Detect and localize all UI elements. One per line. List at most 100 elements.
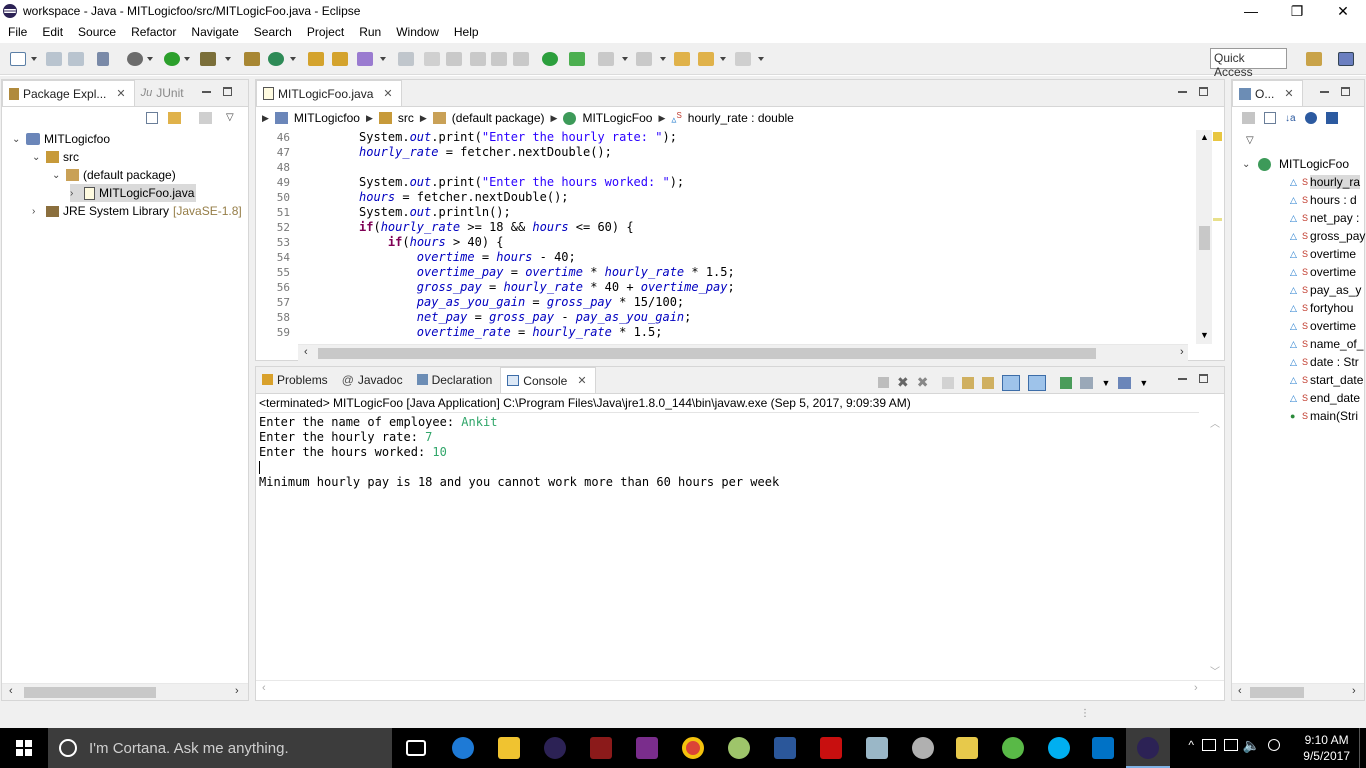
outline-member[interactable]: △ Spay_as_y: [1232, 281, 1366, 299]
file-explorer-icon[interactable]: [498, 737, 520, 759]
minimize-view-icon[interactable]: [202, 91, 211, 93]
outline-member[interactable]: △ Sovertime: [1232, 245, 1366, 263]
chevron-down-icon[interactable]: ⌄: [52, 170, 62, 181]
sort-icon[interactable]: ↓a: [1285, 113, 1296, 124]
menu-file[interactable]: File: [0, 25, 34, 39]
toggle-mark-icon[interactable]: [398, 52, 414, 66]
outline-member[interactable]: △ Send_date: [1232, 389, 1366, 407]
tab-declaration[interactable]: Declaration: [411, 366, 501, 393]
close-tab-icon[interactable]: ✕: [1284, 87, 1293, 100]
scroll-thumb[interactable]: [318, 348, 1096, 359]
show-desktop-button[interactable]: [1359, 728, 1364, 768]
tab-javadoc[interactable]: @ Javadoc: [336, 366, 411, 393]
overview-ruler-marker[interactable]: [1213, 218, 1222, 221]
minimize-button[interactable]: —: [1228, 0, 1274, 22]
new-java-package-icon[interactable]: [244, 52, 260, 66]
scroll-left-icon[interactable]: ‹: [1238, 685, 1242, 697]
scroll-up-icon[interactable]: ︿: [1210, 415, 1220, 430]
java-perspective-icon[interactable]: [1338, 52, 1354, 66]
outline-member[interactable]: △ Shours : d: [1232, 191, 1366, 209]
tree-item-jre[interactable]: › JRE System Library [JavaSE-1.8]: [32, 202, 242, 220]
console-hscrollbar[interactable]: ‹ ›: [256, 680, 1224, 697]
view-menu-icon[interactable]: ▽: [1246, 135, 1254, 146]
hide-static-icon[interactable]: [1325, 112, 1338, 124]
open-console-icon[interactable]: [1118, 376, 1132, 389]
external-tools-dropdown-icon[interactable]: [225, 57, 231, 61]
outline-member[interactable]: △ Sovertime: [1232, 317, 1366, 335]
terminate-icon[interactable]: [878, 377, 889, 388]
show-whitespace-icon[interactable]: [491, 52, 507, 66]
cortana-search-box[interactable]: I'm Cortana. Ask me anything.: [48, 728, 392, 768]
open-console-dropdown-icon[interactable]: ▼: [1139, 378, 1148, 388]
snipping-tool-icon[interactable]: [912, 737, 934, 759]
chevron-right-icon[interactable]: ▶: [551, 113, 558, 124]
open-perspective-icon[interactable]: [1306, 52, 1322, 66]
acrobat-icon[interactable]: [820, 737, 842, 759]
status-bar-grip[interactable]: ⋮: [1080, 708, 1090, 719]
outline-member[interactable]: △ Sstart_date: [1232, 371, 1366, 389]
new-class-dropdown-icon[interactable]: [290, 57, 296, 61]
minimize-view-icon[interactable]: [1320, 91, 1329, 93]
save-icon[interactable]: [46, 52, 62, 66]
code-area[interactable]: 46 System.out.print("Enter the hourly rat…: [256, 130, 1196, 344]
skype-icon[interactable]: [1048, 737, 1070, 759]
close-button[interactable]: ✕: [1320, 0, 1366, 22]
edge-icon[interactable]: [452, 737, 474, 759]
last-edit-icon[interactable]: [674, 52, 690, 66]
scroll-down-icon[interactable]: ▼: [1200, 330, 1209, 340]
outline-member[interactable]: △ Sfortyhou: [1232, 299, 1366, 317]
display-console-dropdown-icon[interactable]: ▼: [1101, 378, 1110, 388]
outline-member[interactable]: △ Shourly_ra: [1232, 173, 1366, 191]
search-dropdown-icon[interactable]: [380, 57, 386, 61]
open-task-icon[interactable]: [332, 52, 348, 66]
tree-item-default-package[interactable]: ⌄ (default package): [52, 166, 176, 184]
chevron-right-icon[interactable]: ▶: [262, 113, 269, 124]
editor-hscrollbar[interactable]: ‹ ›: [298, 344, 1188, 361]
debug-dropdown-icon[interactable]: [147, 57, 153, 61]
show-on-output-icon[interactable]: [1002, 374, 1021, 391]
menu-search[interactable]: Search: [246, 25, 299, 39]
back-icon[interactable]: [698, 52, 714, 66]
maximize-view-icon[interactable]: [223, 87, 232, 96]
editor-vscrollbar[interactable]: ▲ ▼: [1196, 130, 1212, 344]
volume-icon[interactable]: 🔈: [1243, 737, 1260, 754]
outline-member[interactable]: ● Smain(Stri: [1232, 407, 1366, 425]
collapse-all-icon[interactable]: [1264, 112, 1276, 124]
show-hidden-icons-icon[interactable]: ^: [1188, 738, 1194, 752]
outline-member[interactable]: △ Snet_pay :: [1232, 209, 1366, 227]
chevron-right-icon[interactable]: ▶: [658, 113, 665, 124]
outline-hscrollbar[interactable]: ‹ ›: [1232, 683, 1364, 700]
collapse-all-icon[interactable]: [146, 112, 158, 124]
maximize-view-icon[interactable]: [1341, 87, 1350, 96]
start-button[interactable]: [0, 728, 48, 768]
language-icon[interactable]: [1268, 739, 1280, 751]
outline-class-item[interactable]: ⌄ MITLogicFoo: [1232, 155, 1366, 173]
maximize-view-icon[interactable]: [1199, 87, 1208, 96]
scroll-thumb[interactable]: [1199, 226, 1210, 250]
onenote-icon[interactable]: [636, 737, 658, 759]
outline-member[interactable]: △ Sovertime: [1232, 263, 1366, 281]
green-status-icon[interactable]: [542, 52, 558, 66]
new-dropdown-icon[interactable]: [31, 57, 37, 61]
menu-run[interactable]: Run: [351, 25, 388, 39]
clear-console-icon[interactable]: [942, 376, 955, 389]
eclipse-running-icon[interactable]: [1137, 737, 1159, 759]
chevron-down-icon[interactable]: ⌄: [1242, 159, 1252, 170]
view-menu-icon[interactable]: ▽: [226, 112, 234, 124]
utorrent-icon[interactable]: [1002, 737, 1024, 759]
chevron-right-icon[interactable]: ▶: [420, 113, 427, 124]
task-view-icon[interactable]: [406, 740, 426, 756]
tab-package-explorer[interactable]: Package Expl... ✕: [2, 79, 135, 106]
show-on-error-icon[interactable]: [1028, 374, 1047, 391]
chrome-icon[interactable]: [682, 737, 704, 759]
outline-member[interactable]: △ Sname_of_: [1232, 335, 1366, 353]
tab-junit[interactable]: Ju JUnit: [135, 79, 192, 106]
annotation-icon[interactable]: [424, 52, 440, 66]
menu-navigate[interactable]: Navigate: [183, 25, 245, 39]
save-all-icon[interactable]: [68, 52, 84, 66]
menu-refactor[interactable]: Refactor: [123, 25, 183, 39]
previous-annotation-icon[interactable]: [636, 52, 652, 66]
outline-member[interactable]: △ Sdate : Str: [1232, 353, 1366, 371]
winrar-icon[interactable]: [590, 737, 612, 759]
previous-annotation-dropdown-icon[interactable]: [660, 57, 666, 61]
